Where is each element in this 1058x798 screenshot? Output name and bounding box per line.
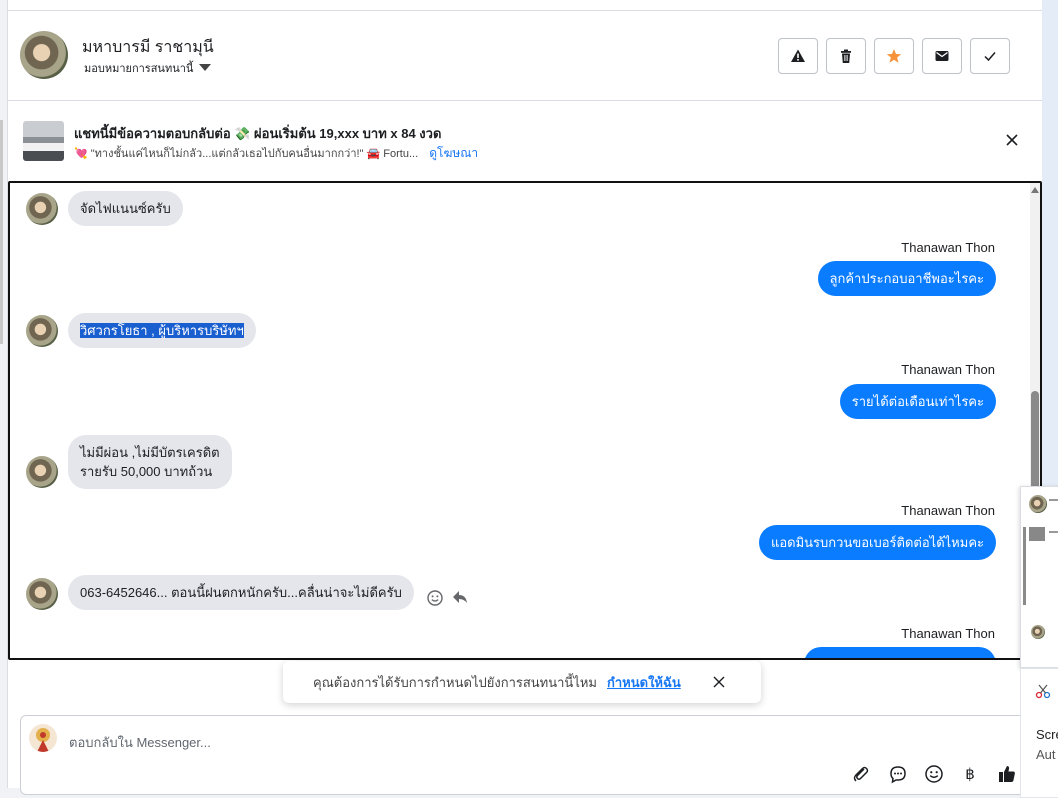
emoji-icon[interactable] (924, 764, 944, 784)
ad-banner: แชทนี้มีข้อความตอบกลับต่อ 💸 ผ่อนเริ่มต้น… (8, 101, 1042, 181)
caret-down-icon (199, 63, 212, 71)
screenshot-notification[interactable]: Scre Aut (1020, 668, 1058, 798)
preview-line (1049, 531, 1058, 533)
page-avatar (29, 724, 57, 752)
checkmark-icon (984, 52, 996, 62)
notification-subtitle: Aut (1036, 747, 1056, 762)
sender-name: Thanawan Thon (901, 362, 995, 377)
outgoing-message[interactable]: รายได้ต่อเดือนเท่าไรคะ (839, 384, 996, 419)
emoji-react-icon[interactable] (426, 589, 444, 607)
sender-name: Thanawan Thon (901, 240, 995, 255)
thumbs-up-icon[interactable] (997, 764, 1017, 784)
assign-to-me-link[interactable]: กำหนดให้ฉัน (607, 672, 681, 693)
sender-name: Thanawan Thon (901, 503, 995, 518)
notification-title: Scre (1036, 727, 1058, 742)
assign-toast: คุณต้องการได้รับการกำหนดไปยังการสนทนานี้… (283, 661, 761, 703)
outgoing-message[interactable]: ลูกค้าประกอบอาชีพอะไรคะ (817, 261, 996, 296)
toast-text: คุณต้องการได้รับการกำหนดไปยังการสนทนานี้… (313, 674, 597, 690)
report-button[interactable] (778, 38, 818, 74)
mark-unread-button[interactable] (922, 38, 962, 74)
popup-scrollbar[interactable] (1023, 527, 1026, 605)
envelope-icon (935, 51, 949, 61)
svg-text:฿: ฿ (965, 765, 975, 783)
selected-text: วิศวกรโยธา , ผู้บริหารบริษัทฯ (80, 323, 244, 338)
ad-subtitle: 💘 "ทางชั้นแค่ไหนก็ไม่กลัว...แต่กลัวเธอไป… (74, 144, 478, 163)
chat-preview-popup[interactable] (1020, 486, 1058, 668)
close-icon[interactable] (1004, 132, 1020, 148)
contact-avatar-small[interactable] (26, 578, 58, 610)
assign-dropdown[interactable]: มอบหมายการสนทนานี้ (84, 59, 212, 77)
star-icon (886, 49, 902, 63)
chat-bubble-icon[interactable] (888, 764, 908, 784)
incoming-message[interactable]: วิศวกรโยธา , ผู้บริหารบริษัทฯ (68, 313, 256, 348)
contact-avatar-small[interactable] (26, 315, 58, 347)
left-scroll-edge (0, 120, 3, 344)
star-button[interactable] (874, 38, 914, 74)
preview-line (1049, 499, 1058, 501)
message-thread[interactable]: จัดไฟแนนซ์ครับ Thanawan Thon ลูกค้าประกอ… (8, 181, 1042, 660)
delete-button[interactable] (826, 38, 866, 74)
preview-thumbnail (1029, 527, 1045, 541)
sender-name: Thanawan Thon (901, 626, 995, 641)
incoming-message[interactable]: จัดไฟแนนซ์ครับ (68, 191, 183, 226)
reply-icon[interactable] (451, 588, 469, 606)
ad-subtitle-text: 💘 "ทางชั้นแค่ไหนก็ไม่กลัว...แต่กลัวเธอไป… (74, 148, 419, 160)
conversation-header: มหาบารมี ราชามุนี มอบหมายการสนทนานี้ (8, 11, 1042, 101)
contact-avatar-small[interactable] (26, 456, 58, 488)
done-button[interactable] (970, 38, 1010, 74)
contact-avatar[interactable] (20, 31, 68, 79)
assign-label: มอบหมายการสนทนานี้ (84, 63, 194, 75)
baht-icon[interactable]: ฿ (960, 764, 980, 784)
contact-avatar-small (1029, 495, 1047, 513)
outgoing-message[interactable] (804, 647, 996, 658)
warning-icon (791, 49, 805, 62)
ad-thumbnail[interactable] (23, 121, 64, 161)
contact-name[interactable]: มหาบารมี ราชามุนี (82, 35, 214, 60)
scroll-up-arrow-icon[interactable] (1031, 187, 1039, 193)
ad-title: แชทนี้มีข้อความตอบกลับต่อ 💸 ผ่อนเริ่มต้น… (74, 126, 442, 141)
outgoing-message[interactable]: แอดมินรบกวนขอเบอร์ติดต่อได้ไหมคะ (758, 525, 996, 560)
paperclip-icon[interactable] (851, 764, 871, 784)
contact-avatar-small[interactable] (26, 193, 58, 225)
trash-icon (841, 49, 851, 63)
view-ad-link[interactable]: ดูโฆษณา (429, 146, 478, 160)
scissors-icon (1035, 684, 1051, 699)
reply-input[interactable]: ตอบกลับใน Messenger... (69, 732, 211, 753)
reply-composer[interactable]: ตอบกลับใน Messenger... ฿ (20, 715, 1040, 795)
contact-avatar-small (1031, 625, 1045, 639)
close-icon[interactable] (711, 674, 727, 690)
incoming-message[interactable]: ไม่มีผ่อน ,ไม่มีบัตรเครดิต รายรับ 50,000… (68, 435, 232, 489)
incoming-message[interactable]: 063-6452646... ตอนนี้ฝนตกหนักครับ...คลื่… (68, 575, 414, 610)
